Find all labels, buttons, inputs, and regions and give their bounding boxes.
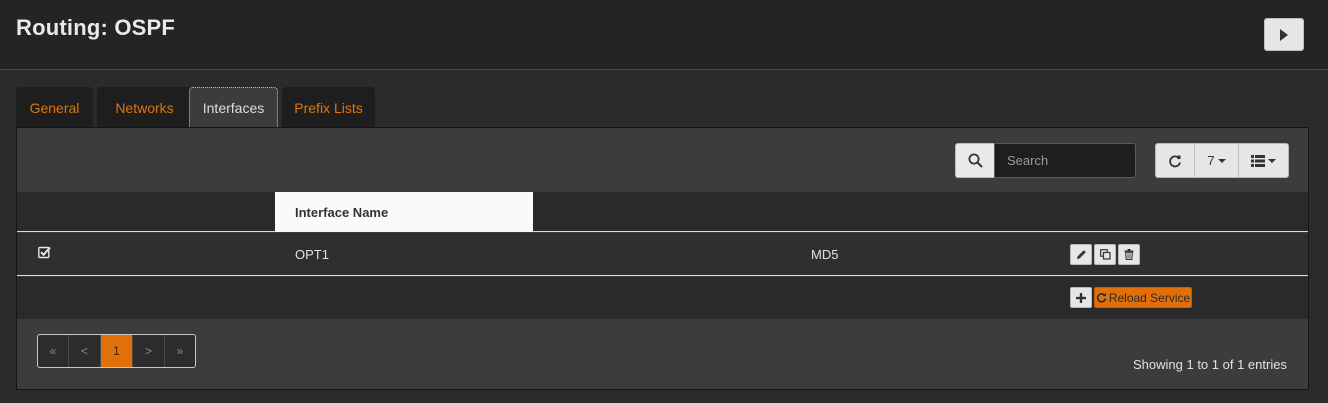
add-button[interactable] bbox=[1070, 287, 1092, 308]
last-page-button[interactable]: » bbox=[165, 335, 195, 367]
interfaces-panel: 7 Interface Name OPT1 MD5 Reload Serv bbox=[16, 127, 1309, 390]
play-button[interactable] bbox=[1264, 18, 1304, 51]
table-row[interactable]: OPT1 MD5 bbox=[17, 233, 1308, 276]
copy-icon bbox=[1099, 249, 1111, 260]
refresh-button[interactable] bbox=[1156, 144, 1194, 177]
search-group bbox=[955, 143, 1136, 178]
page-title: Routing: OSPF bbox=[16, 15, 176, 40]
reload-service-button[interactable]: Reload Service bbox=[1094, 287, 1192, 308]
entries-info: Showing 1 to 1 of 1 entries bbox=[1133, 357, 1287, 372]
edit-icon bbox=[1076, 250, 1086, 259]
pagination: « < 1 > » bbox=[37, 334, 196, 368]
plus-icon bbox=[1076, 292, 1086, 303]
chevron-down-icon bbox=[1268, 158, 1276, 163]
play-icon bbox=[1280, 28, 1288, 41]
trash-icon bbox=[1124, 249, 1134, 260]
page-header: Routing: OSPF bbox=[0, 0, 1328, 70]
refresh-icon bbox=[1169, 155, 1181, 167]
search-icon-addon bbox=[955, 143, 995, 178]
columns-dropdown[interactable] bbox=[1239, 144, 1288, 177]
reload-service-label: Reload Service bbox=[1108, 290, 1191, 305]
search-input[interactable] bbox=[994, 143, 1136, 178]
copy-button[interactable] bbox=[1094, 244, 1116, 265]
next-page-button[interactable]: > bbox=[133, 335, 165, 367]
table-footer: Reload Service bbox=[17, 277, 1308, 319]
tab-general[interactable]: General bbox=[16, 87, 93, 128]
list-columns-icon bbox=[1251, 154, 1265, 167]
delete-button[interactable] bbox=[1118, 244, 1140, 265]
tab-interfaces[interactable]: Interfaces bbox=[189, 87, 278, 128]
interface-name-cell: OPT1 bbox=[295, 247, 329, 262]
chevron-down-icon bbox=[1217, 158, 1226, 163]
refresh-icon bbox=[1096, 292, 1107, 303]
rows-per-page-value: 7 bbox=[1207, 153, 1215, 168]
tab-prefix-lists[interactable]: Prefix Lists bbox=[282, 87, 375, 128]
checkbox-checked-icon[interactable] bbox=[38, 246, 51, 264]
edit-button[interactable] bbox=[1070, 244, 1092, 265]
table-header: Interface Name bbox=[17, 192, 1308, 232]
tab-networks[interactable]: Networks bbox=[97, 87, 192, 128]
page-1-button[interactable]: 1 bbox=[101, 335, 133, 367]
grid-toolbar-buttons: 7 bbox=[1155, 143, 1289, 178]
prev-page-button[interactable]: < bbox=[69, 335, 101, 367]
first-page-button[interactable]: « bbox=[38, 335, 69, 367]
authentication-cell: MD5 bbox=[811, 247, 839, 262]
rows-per-page-dropdown[interactable]: 7 bbox=[1195, 144, 1238, 177]
search-icon bbox=[968, 153, 982, 168]
column-header-interface-name[interactable]: Interface Name bbox=[275, 192, 533, 232]
